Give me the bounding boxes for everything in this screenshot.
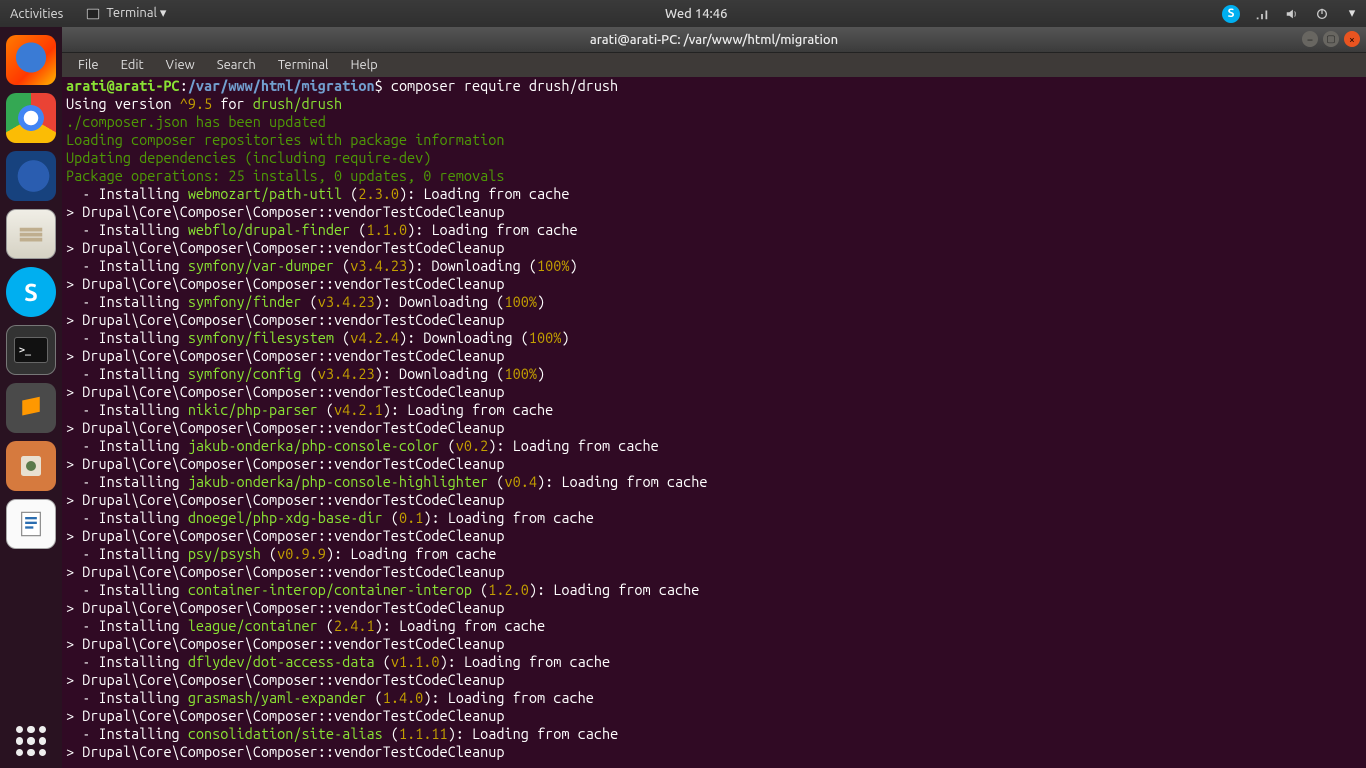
terminal-icon	[85, 6, 101, 22]
dock-app-files[interactable]	[6, 209, 56, 259]
app-menu[interactable]: Terminal ▾	[81, 6, 170, 22]
window-close-button[interactable]: ×	[1344, 31, 1360, 47]
menu-terminal[interactable]: Terminal	[268, 56, 339, 74]
menu-edit[interactable]: Edit	[111, 56, 154, 74]
skype-indicator-icon[interactable]: S	[1222, 5, 1240, 23]
clock[interactable]: Wed 14:46	[170, 7, 1222, 21]
dock-app-firefox[interactable]	[6, 35, 56, 85]
power-icon[interactable]	[1314, 6, 1330, 22]
window-maximize-button[interactable]: ▢	[1323, 31, 1339, 47]
system-menu-chevron-icon[interactable]: ▾	[1344, 6, 1360, 22]
menu-search[interactable]: Search	[207, 56, 266, 74]
dock-app-image-viewer[interactable]	[6, 441, 56, 491]
show-applications-button[interactable]	[16, 726, 46, 756]
dock: S >_	[0, 27, 62, 768]
menu-help[interactable]: Help	[340, 56, 387, 74]
dock-app-sublime[interactable]	[6, 383, 56, 433]
dock-app-skype[interactable]: S	[6, 267, 56, 317]
menu-view[interactable]: View	[156, 56, 205, 74]
dock-app-libreoffice-writer[interactable]	[6, 499, 56, 549]
terminal-window: arati@arati-PC: /var/www/html/migration …	[62, 27, 1366, 768]
volume-icon[interactable]	[1284, 6, 1300, 22]
top-panel: Activities Terminal ▾ Wed 14:46 S ▾	[0, 0, 1366, 27]
window-title: arati@arati-PC: /var/www/html/migration	[590, 33, 838, 47]
dock-app-chrome[interactable]	[6, 93, 56, 143]
app-menu-label: Terminal ▾	[106, 6, 166, 21]
window-titlebar[interactable]: arati@arati-PC: /var/www/html/migration …	[62, 27, 1366, 53]
menu-file[interactable]: File	[68, 56, 109, 74]
window-minimize-button[interactable]: –	[1302, 31, 1318, 47]
network-icon[interactable]	[1254, 6, 1270, 22]
dock-app-terminal[interactable]: >_	[6, 325, 56, 375]
terminal-menubar: File Edit View Search Terminal Help	[62, 53, 1366, 77]
terminal-output[interactable]: arati@arati-PC:/var/www/html/migration$ …	[62, 77, 1366, 768]
dock-app-thunderbird[interactable]	[6, 151, 56, 201]
activities-button[interactable]: Activities	[6, 7, 67, 21]
